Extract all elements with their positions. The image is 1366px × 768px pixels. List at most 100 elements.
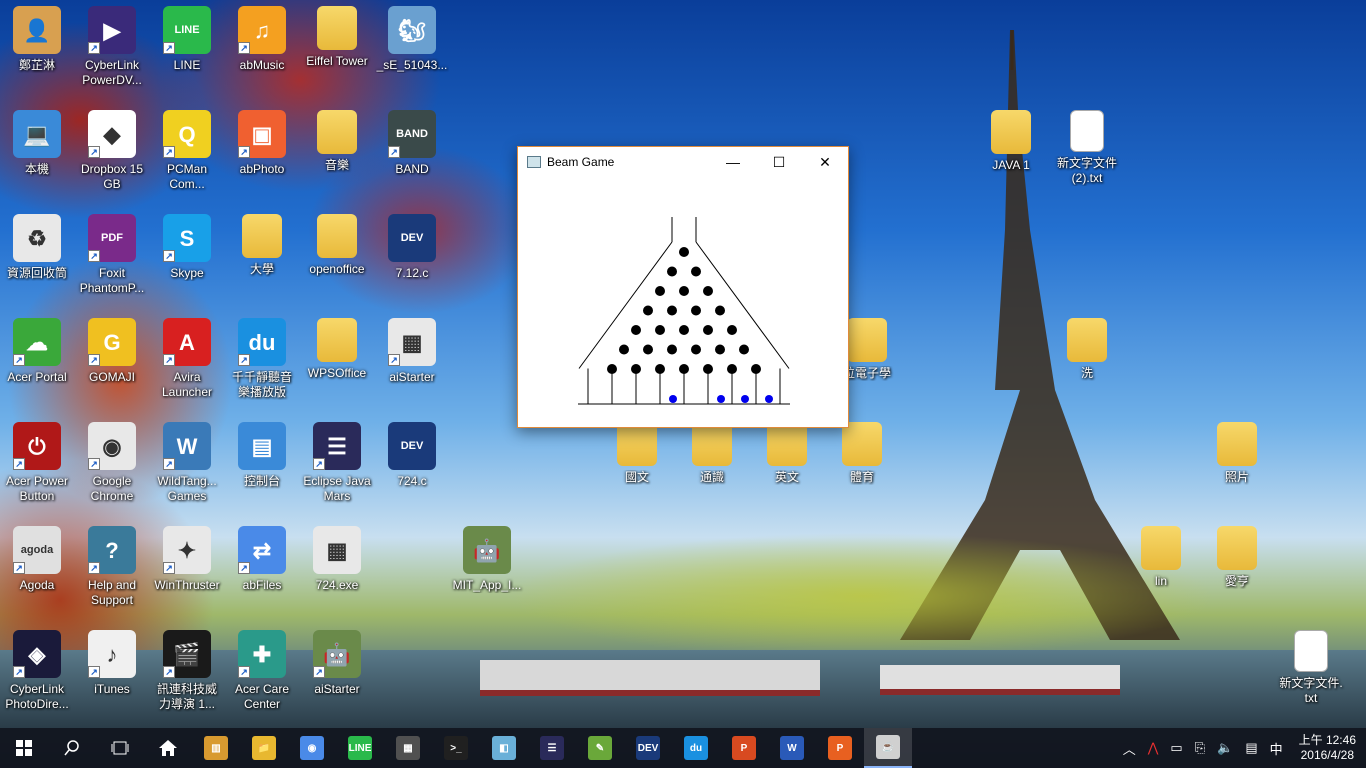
- desktop-icon[interactable]: ◆ ↗ Dropbox 15 GB: [75, 110, 149, 192]
- desktop-icon-label: openoffice: [309, 262, 365, 276]
- desktop-icon[interactable]: BAND ↗ BAND: [375, 110, 449, 177]
- taskbar-eclipse[interactable]: ☰: [528, 728, 576, 768]
- taskbar-java[interactable]: ☕: [864, 728, 912, 768]
- chevron-up-icon[interactable]: ︿: [1117, 739, 1142, 758]
- desktop-icon[interactable]: du ↗ 千千靜聽音 樂播放版: [225, 318, 299, 400]
- taskbar-calculator[interactable]: ▦: [384, 728, 432, 768]
- taskbar-notes[interactable]: ◧: [480, 728, 528, 768]
- minimize-button[interactable]: —: [710, 147, 756, 177]
- taskbar-dev-cpp[interactable]: DEV: [624, 728, 672, 768]
- close-button[interactable]: ✕: [802, 147, 848, 177]
- desktop-icon[interactable]: 新文字文件. txt: [1274, 630, 1348, 706]
- taskbar-powerpoint[interactable]: P: [720, 728, 768, 768]
- desktop-icon[interactable]: ♪ ↗ iTunes: [75, 630, 149, 697]
- desktop-icon[interactable]: ◈ ↗ CyberLink PhotoDire...: [0, 630, 74, 712]
- desktop-icon[interactable]: Eiffel Tower: [300, 6, 374, 69]
- acrobat-tray-icon[interactable]: ⋀: [1142, 740, 1165, 756]
- desktop-icon[interactable]: ♻ 資源回收筒: [0, 214, 74, 281]
- desktop-icon[interactable]: 英文: [750, 422, 824, 485]
- desktop-icon[interactable]: 音樂: [300, 110, 374, 173]
- desktop-icon[interactable]: JAVA 1: [974, 110, 1048, 173]
- desktop-icon[interactable]: ? ↗ Help and Support: [75, 526, 149, 608]
- desktop-icon[interactable]: ▤ 控制台: [225, 422, 299, 489]
- network-icon[interactable]: ⎘: [1189, 740, 1211, 756]
- app-icon: [692, 422, 732, 466]
- desktop-icon[interactable]: ⏻ ↗ Acer Power Button: [0, 422, 74, 504]
- shortcut-arrow-icon: ↗: [238, 562, 250, 574]
- desktop-icon[interactable]: 通識: [675, 422, 749, 485]
- maximize-button[interactable]: ☐: [756, 147, 802, 177]
- app-icon: W ↗: [163, 422, 211, 470]
- desktop-icon[interactable]: lin: [1124, 526, 1198, 589]
- desktop-icon[interactable]: 👤 鄭芷淋: [0, 6, 74, 73]
- power-icon[interactable]: ▭: [1164, 740, 1188, 756]
- desktop-icon[interactable]: 🎬 ↗ 訊連科技威 力導演 1...: [150, 630, 224, 712]
- desktop-icon[interactable]: ☰ ↗ Eclipse Java Mars: [300, 422, 374, 504]
- desktop-icon[interactable]: DEV 724.c: [375, 422, 449, 489]
- taskbar-line[interactable]: LINE: [336, 728, 384, 768]
- terminal-icon: >_: [444, 736, 468, 760]
- title-bar[interactable]: Beam Game — ☐ ✕: [518, 147, 848, 177]
- desktop-icon[interactable]: S ↗ Skype: [150, 214, 224, 281]
- task-view-button[interactable]: [96, 728, 144, 768]
- notes-icon: ◧: [492, 736, 516, 760]
- taskbar-wps-presentation[interactable]: P: [816, 728, 864, 768]
- taskbar-file-explorer[interactable]: 📁: [240, 728, 288, 768]
- app-icon: du ↗: [238, 318, 286, 366]
- desktop-icon[interactable]: 🤖 MIT_App_I...: [450, 526, 524, 593]
- desktop-icon[interactable]: 洗: [1050, 318, 1124, 381]
- app-icon: [242, 214, 282, 258]
- desktop-icon-label: 英文: [774, 470, 799, 484]
- desktop-icon[interactable]: agoda ↗ Agoda: [0, 526, 74, 593]
- peg: [667, 305, 677, 316]
- desktop-icon[interactable]: 大學: [225, 214, 299, 277]
- desktop-icon[interactable]: ⇄ ↗ abFiles: [225, 526, 299, 593]
- desktop-icon[interactable]: 國文: [600, 422, 674, 485]
- desktop-icon[interactable]: ▣ ↗ abPhoto: [225, 110, 299, 177]
- desktop-icon[interactable]: WPSOffice: [300, 318, 374, 381]
- desktop-icon[interactable]: ▦ ↗ aiStarter: [375, 318, 449, 385]
- desktop-icon[interactable]: 體育: [825, 422, 899, 485]
- desktop-icon[interactable]: 愛亨: [1200, 526, 1274, 589]
- start-button[interactable]: [0, 728, 48, 768]
- app-icon: 🎬 ↗: [163, 630, 211, 678]
- desktop-icon[interactable]: G ↗ GOMAJI: [75, 318, 149, 385]
- clock[interactable]: 上午 12:46 2016/4/28: [1289, 733, 1366, 763]
- desktop-icon-label: 控制台: [243, 474, 280, 488]
- desktop-icon[interactable]: PDF ↗ Foxit PhantomP...: [75, 214, 149, 296]
- taskbar-music-player[interactable]: du: [672, 728, 720, 768]
- desktop-icon[interactable]: LINE ↗ LINE: [150, 6, 224, 73]
- desktop-icon[interactable]: 照片: [1200, 422, 1274, 485]
- ime-indicator[interactable]: 中: [1264, 739, 1289, 758]
- desktop-icon[interactable]: 💻 本機: [0, 110, 74, 177]
- desktop-icon[interactable]: Q ↗ PCMan Com...: [150, 110, 224, 192]
- taskbar-file-manager[interactable]: ▥: [192, 728, 240, 768]
- desktop-icon[interactable]: DEV 7.12.c: [375, 214, 449, 281]
- notifications-icon[interactable]: ▤: [1239, 740, 1263, 756]
- home-button[interactable]: [144, 728, 192, 768]
- desktop-icon[interactable]: ☁ ↗ Acer Portal: [0, 318, 74, 385]
- taskbar-terminal[interactable]: >_: [432, 728, 480, 768]
- peg: [643, 305, 653, 316]
- desktop-icon[interactable]: 🐿 _sE_51043...: [375, 6, 449, 73]
- taskbar-editor[interactable]: ✎: [576, 728, 624, 768]
- desktop-icon[interactable]: ▦ 724.exe: [300, 526, 374, 593]
- desktop-icon[interactable]: ◉ ↗ Google Chrome: [75, 422, 149, 504]
- peg: [703, 325, 713, 335]
- desktop-icon[interactable]: 🤖 ↗ aiStarter: [300, 630, 374, 697]
- search-button[interactable]: [48, 728, 96, 768]
- peg: [655, 286, 665, 296]
- desktop-icon[interactable]: ✚ ↗ Acer Care Center: [225, 630, 299, 712]
- desktop-icon[interactable]: ♫ ↗ abMusic: [225, 6, 299, 73]
- desktop-icon[interactable]: 新文字文件 (2).txt: [1050, 110, 1124, 186]
- powerpoint-icon: P: [732, 736, 756, 760]
- desktop-icon[interactable]: W ↗ WildTang... Games: [150, 422, 224, 504]
- desktop-icon[interactable]: A ↗ Avira Launcher: [150, 318, 224, 400]
- taskbar-word[interactable]: W: [768, 728, 816, 768]
- desktop-icon[interactable]: ▶ ↗ CyberLink PowerDV...: [75, 6, 149, 88]
- desktop-icon[interactable]: openoffice: [300, 214, 374, 277]
- taskbar-chrome[interactable]: ◉: [288, 728, 336, 768]
- beam-game-window[interactable]: Beam Game — ☐ ✕: [517, 146, 849, 428]
- desktop-icon[interactable]: ✦ ↗ WinThruster: [150, 526, 224, 593]
- volume-icon[interactable]: 🔈: [1211, 740, 1239, 756]
